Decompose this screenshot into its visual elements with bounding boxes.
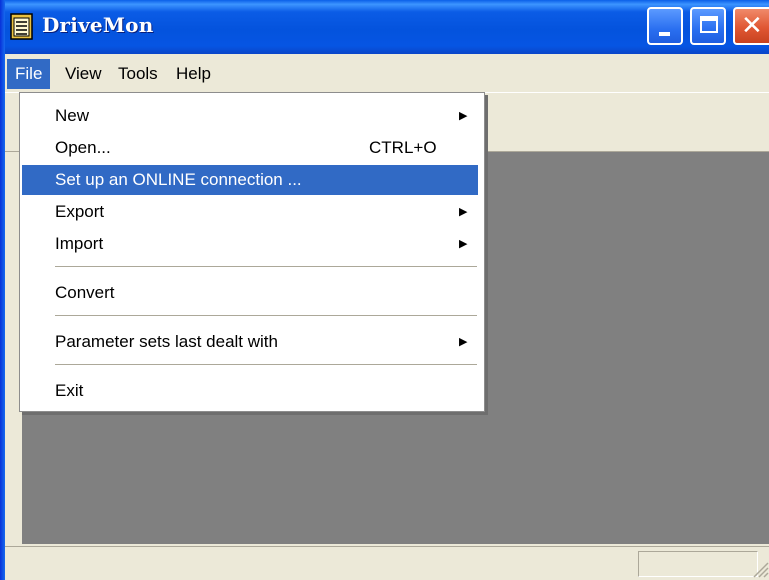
close-button[interactable]: ✕ bbox=[733, 7, 769, 45]
menu-item-export[interactable]: Export ▶ bbox=[22, 197, 478, 227]
menu-item-label: New bbox=[55, 106, 90, 125]
menu-file[interactable]: File bbox=[7, 59, 51, 89]
menu-item-label: Parameter sets last dealt with bbox=[55, 332, 278, 351]
app-window: DriveMon ✕ File View Tools Help New ▶ Op… bbox=[0, 0, 769, 580]
menu-item-label: Convert bbox=[55, 283, 115, 302]
submenu-arrow-icon: ▶ bbox=[459, 238, 468, 250]
close-icon: ✕ bbox=[741, 11, 763, 41]
menu-item-new[interactable]: New ▶ bbox=[22, 101, 478, 131]
status-panel bbox=[638, 551, 758, 577]
menu-view[interactable]: View bbox=[57, 59, 110, 89]
notepad-icon bbox=[10, 13, 33, 40]
submenu-arrow-icon: ▶ bbox=[459, 110, 468, 122]
minimize-button[interactable] bbox=[647, 7, 683, 45]
file-menu-dropdown: New ▶ Open... CTRL+O Set up an ONLINE co… bbox=[19, 92, 485, 412]
title-bar[interactable]: DriveMon ✕ bbox=[0, 0, 769, 54]
menu-item-convert[interactable]: Convert bbox=[22, 278, 478, 308]
status-bar bbox=[5, 546, 769, 580]
menu-item-open[interactable]: Open... CTRL+O bbox=[22, 133, 478, 163]
menu-item-label: Exit bbox=[55, 381, 84, 400]
menu-item-exit[interactable]: Exit bbox=[22, 376, 478, 406]
menu-help[interactable]: Help bbox=[168, 59, 219, 89]
menu-item-label: Open... bbox=[55, 138, 111, 157]
menu-item-label: Set up an ONLINE connection ... bbox=[55, 170, 302, 189]
resize-grip-icon[interactable] bbox=[750, 559, 769, 579]
submenu-arrow-icon: ▶ bbox=[459, 206, 468, 218]
menu-separator bbox=[55, 315, 477, 317]
menu-item-recent-parameter-sets[interactable]: Parameter sets last dealt with ▶ bbox=[22, 327, 478, 357]
menu-item-label: Import bbox=[55, 234, 104, 253]
menu-separator bbox=[55, 266, 477, 268]
window-title: DriveMon bbox=[42, 13, 154, 37]
submenu-arrow-icon: ▶ bbox=[459, 336, 468, 348]
maximize-button[interactable] bbox=[690, 7, 726, 45]
menu-tools[interactable]: Tools bbox=[110, 59, 166, 89]
minimize-icon bbox=[659, 32, 670, 36]
menu-item-shortcut: CTRL+O bbox=[369, 138, 437, 157]
menu-item-label: Export bbox=[55, 202, 105, 221]
maximize-icon bbox=[700, 16, 718, 33]
menu-item-import[interactable]: Import ▶ bbox=[22, 229, 478, 259]
menu-bar: File View Tools Help bbox=[5, 59, 769, 89]
menu-item-online-connection[interactable]: Set up an ONLINE connection ... bbox=[22, 165, 478, 195]
menu-separator bbox=[55, 364, 477, 366]
